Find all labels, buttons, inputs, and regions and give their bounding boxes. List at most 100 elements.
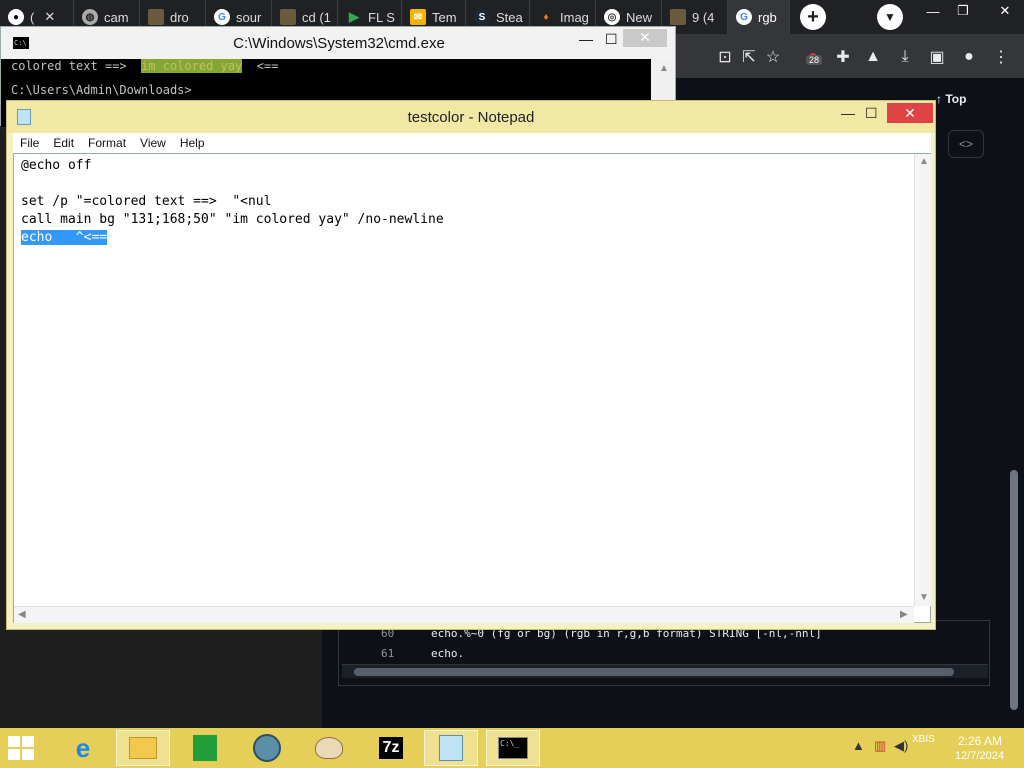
menu-file[interactable]: File	[13, 136, 46, 150]
windows-logo-icon	[8, 749, 20, 760]
scroll-down-icon[interactable]: ▼	[919, 592, 929, 603]
google-icon: G	[214, 9, 230, 25]
paint-palette-icon	[315, 737, 343, 759]
scroll-thumb[interactable]	[354, 668, 954, 676]
taskbar-7zip[interactable]: 7z	[364, 730, 418, 766]
store-icon	[193, 735, 217, 761]
notepad-title: testcolor - Notepad	[407, 109, 535, 126]
7zip-icon: 7z	[378, 737, 404, 759]
cmd-close-button[interactable]: ✕	[623, 29, 667, 47]
cmd-prompt-line: C:\Users\Admin\Downloads>	[11, 83, 192, 97]
top-link[interactable]: ↑ Top	[936, 92, 966, 106]
clock-time[interactable]: 2:26 AM	[958, 734, 1002, 748]
internet-explorer-icon: e	[75, 732, 91, 763]
menu-view[interactable]: View	[133, 136, 173, 150]
tab-label: Tem	[432, 9, 457, 25]
steam-icon: S	[474, 9, 490, 25]
taskbar-notepad[interactable]	[424, 730, 478, 766]
cmd-text: colored text ==>	[11, 59, 142, 73]
taskbar-explorer[interactable]	[116, 730, 170, 766]
labs-flask-icon[interactable]: ▲	[862, 46, 884, 68]
volume-icon[interactable]: ◀)	[894, 738, 908, 754]
notepad-titlebar[interactable]: testcolor - Notepad — ☐ ✕	[7, 101, 935, 133]
text-line: @echo off	[21, 158, 92, 173]
extension-badge: 28	[806, 55, 823, 65]
tab-label: Imag	[560, 9, 589, 25]
code-horizontal-scrollbar[interactable]	[342, 664, 988, 678]
text-line: call main bg "131;168;50" "im colored ya…	[21, 212, 444, 227]
text-line: set /p "=colored text ==> "<nul	[21, 194, 272, 209]
page-scrollbar[interactable]	[1010, 470, 1018, 710]
notepad-text-area[interactable]: @echo off set /p "=colored text ==> "<nu…	[13, 153, 931, 623]
globe-icon: ◍	[82, 9, 98, 25]
cmd-colored-text: im colored yay	[141, 59, 243, 73]
show-hidden-icons[interactable]: ▲	[852, 738, 865, 753]
notepad-minimize-button[interactable]: —	[841, 105, 855, 121]
tab-label: dro	[170, 9, 189, 25]
restore-button[interactable]: ❐	[948, 0, 978, 22]
notepad-maximize-button[interactable]: ☐	[865, 105, 878, 122]
cmd-minimize-button[interactable]: —	[579, 31, 593, 47]
taskbar-paint[interactable]	[302, 730, 356, 766]
line-number: 61	[381, 647, 395, 660]
cmd-output-line: colored text ==> im colored yay <==	[11, 59, 278, 73]
windows-logo-icon	[22, 749, 34, 760]
tab-rgb[interactable]: Grgb	[728, 0, 790, 34]
folder-icon	[280, 9, 296, 25]
notepad-close-button[interactable]: ✕	[887, 103, 933, 123]
folder-icon	[148, 9, 164, 25]
code-view-icon[interactable]: <>	[948, 130, 984, 158]
taskbar-cmd[interactable]: C:\_	[486, 730, 540, 766]
notepad-window: testcolor - Notepad — ☐ ✕ File Edit Form…	[6, 100, 936, 630]
github-icon: ●	[8, 9, 24, 25]
profile-avatar-icon[interactable]: ●	[958, 46, 980, 68]
network-icon[interactable]: ▥	[874, 738, 886, 754]
flame-icon: ♦	[543, 11, 549, 23]
download-icon[interactable]: ⤓	[894, 46, 916, 68]
cmd-maximize-button[interactable]: ☐	[605, 31, 618, 48]
tab-label: 9 (4	[692, 9, 715, 25]
menu-format[interactable]: Format	[81, 136, 133, 150]
code-line: echo.	[431, 647, 465, 660]
scroll-up-icon[interactable]: ▲	[919, 156, 929, 167]
menu-help[interactable]: Help	[173, 136, 212, 150]
menu-edit[interactable]: Edit	[46, 136, 81, 150]
text-selection: echo ^<==	[21, 230, 108, 245]
tab-label: sour	[236, 9, 262, 25]
scroll-up-icon[interactable]: ▲	[659, 63, 669, 74]
cmd-taskbar-icon: C:\_	[498, 737, 528, 759]
tab-label: rgb	[758, 9, 777, 25]
cmd-title: C:\Windows\System32\cmd.exe	[233, 35, 445, 52]
scroll-right-icon[interactable]: ▶	[900, 609, 908, 620]
side-panel-icon[interactable]: ▣	[926, 46, 948, 68]
tab-label: (	[30, 9, 35, 25]
tab-label: New	[626, 9, 653, 25]
notepad-horizontal-scrollbar[interactable]: ◀ ▶	[14, 606, 914, 623]
scroll-left-icon[interactable]: ◀	[18, 609, 26, 620]
cmd-text: <==	[242, 59, 279, 73]
new-tab-button[interactable]: +	[800, 4, 826, 30]
tab-label: Stea	[496, 9, 523, 25]
google-icon: G	[736, 9, 752, 25]
bookmark-star-icon[interactable]: ☆	[762, 46, 784, 68]
play-store-icon: ▶	[349, 9, 359, 24]
notepad-vertical-scrollbar[interactable]: ▲ ▼	[914, 154, 931, 606]
install-icon[interactable]: ⊡	[714, 46, 736, 68]
start-button[interactable]	[8, 736, 36, 762]
chevron-down-icon: ▼	[884, 10, 896, 24]
taskbar-globe-app[interactable]	[240, 730, 294, 766]
extensions-puzzle-icon[interactable]: ✚	[832, 46, 854, 68]
share-icon[interactable]: ⇱	[738, 46, 760, 68]
tab-search-button[interactable]: ▼	[877, 4, 903, 30]
menu-kebab-icon[interactable]: ⋮	[990, 46, 1012, 68]
taskbar-store[interactable]	[178, 730, 232, 766]
close-window-button[interactable]: ✕	[990, 0, 1020, 22]
windows-logo-icon	[8, 736, 20, 747]
mail-icon: ✉	[410, 9, 426, 25]
cmd-titlebar[interactable]: C:\ C:\Windows\System32\cmd.exe — ☐ ✕	[1, 27, 675, 59]
close-icon[interactable]: ✕	[44, 9, 55, 25]
taskbar-ie[interactable]: e	[56, 730, 110, 766]
top-link-label: Top	[945, 92, 967, 106]
minimize-button[interactable]: —	[918, 0, 948, 22]
clock-date[interactable]: 12/7/2024	[955, 750, 1004, 762]
